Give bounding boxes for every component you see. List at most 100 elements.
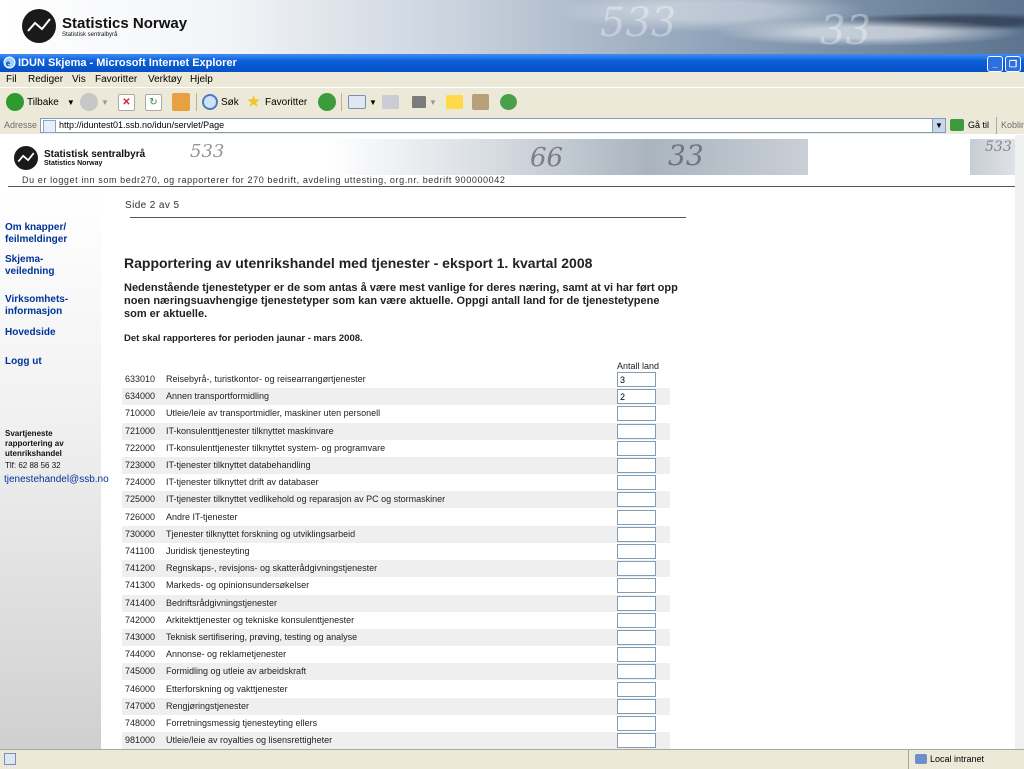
page-content: Statistisk sentralbyrå Statistics Norway… (0, 135, 1024, 749)
menu-help[interactable]: Hjelp (190, 72, 213, 87)
back-label: Tilbake (27, 96, 59, 108)
service-description: Annonse- og reklametjenester (166, 649, 287, 660)
scrollbar[interactable] (1015, 135, 1024, 749)
links-label[interactable]: Koblin (996, 117, 1024, 134)
country-count-input[interactable] (617, 372, 656, 387)
service-code: 743000 (125, 632, 156, 642)
discuss-button[interactable] (446, 92, 466, 112)
menu-view[interactable]: Vis (72, 72, 86, 87)
service-description: Utleie/leie av transportmidler, maskiner… (166, 408, 381, 419)
service-code: 726000 (125, 511, 156, 522)
country-count-input[interactable] (617, 406, 656, 422)
service-code: 746000 (125, 683, 156, 694)
restore-button[interactable]: ❐ (1005, 56, 1021, 72)
banner-decoration (504, 0, 1024, 54)
favorites-button[interactable]: ★ Favoritter (246, 92, 307, 112)
research-icon (472, 94, 489, 110)
country-count-input[interactable] (617, 664, 656, 680)
service-code: 724000 (125, 477, 156, 488)
page-title: Rapportering av utenrikshandel med tjene… (124, 255, 593, 271)
search-icon (202, 94, 218, 110)
service-description: Teknisk sertifisering, prøving, testing … (166, 632, 358, 642)
table-row: 722000 IT-konsulenttjenester tilknyttet s… (122, 440, 670, 457)
stop-button[interactable]: ✕ (118, 92, 138, 112)
minimize-button[interactable]: _ (987, 56, 1003, 72)
intro-text: Nedenstående tjenestetyper er de som ant… (124, 282, 678, 320)
sidebar-item-about-buttons[interactable]: Om knapper/ feilmeldinger (5, 222, 101, 246)
sidebar-item-business-info[interactable]: Virksomhets- informasjon (5, 294, 85, 318)
home-button[interactable] (172, 92, 193, 112)
table-row: 710000 Utleie/leie av transportmidler, ma… (122, 405, 670, 422)
edit-button[interactable]: ▼ (412, 92, 437, 112)
page-brand: Statistisk sentralbyrå (44, 149, 146, 160)
window-titlebar: e IDUN Skjema - Microsoft Internet Explo… (0, 54, 1024, 72)
address-input[interactable]: http://iduntest01.ssb.no/idun/servlet/Pa… (40, 118, 946, 133)
table-row: 634000 Annen transportformidling (122, 388, 670, 406)
search-button[interactable]: Søk (202, 92, 239, 112)
go-button[interactable]: Gå til (968, 117, 989, 134)
address-url[interactable]: http://iduntest01.ssb.no/idun/servlet/Pa… (59, 119, 224, 132)
sidebar-item-home[interactable]: Hovedside (5, 327, 101, 339)
country-count-input[interactable] (617, 423, 656, 439)
login-status: Du er logget inn som bedr270, og rapport… (8, 175, 1024, 187)
country-count-input[interactable] (617, 389, 656, 405)
service-code: 723000 (125, 460, 156, 470)
sidebar-item-form-guide[interactable]: Skjema- veiledning (5, 254, 65, 278)
sidebar-item-logout[interactable]: Logg ut (5, 356, 101, 368)
search-label: Søk (221, 96, 239, 108)
country-count-input[interactable] (617, 561, 656, 577)
service-description: Formidling og utleie av arbeidskraft (166, 666, 307, 677)
address-bar: Adresse http://iduntest01.ssb.no/idun/se… (0, 117, 1024, 134)
research-button[interactable] (472, 92, 492, 112)
toolbar-separator (341, 93, 342, 111)
support-email-link[interactable]: tjenestehandel@ssb.no (4, 474, 109, 485)
messenger-button[interactable] (500, 92, 520, 112)
menu-edit[interactable]: Rediger (28, 72, 63, 87)
country-count-input[interactable] (617, 630, 656, 645)
country-count-input[interactable] (617, 440, 656, 456)
page-banner-deco-number: 533 (190, 141, 225, 162)
print-button[interactable] (382, 92, 402, 112)
page-indicator: Side 2 av 5 (125, 200, 180, 211)
country-count-input[interactable] (617, 647, 656, 663)
back-dropdown-icon[interactable]: ▼ (67, 98, 75, 107)
refresh-button[interactable]: ↻ (145, 92, 165, 112)
country-count-input[interactable] (617, 733, 656, 749)
ie-icon: e (3, 56, 16, 69)
menu-file[interactable]: Fil (6, 72, 17, 87)
service-code: 722000 (125, 442, 156, 453)
country-count-input[interactable] (617, 578, 656, 594)
country-count-input[interactable] (617, 698, 656, 714)
country-count-input[interactable] (617, 544, 656, 559)
country-count-input[interactable] (617, 595, 656, 611)
service-description: Bedriftsrådgivningstjenester (166, 597, 278, 608)
history-button[interactable] (318, 92, 339, 112)
page-banner-deco-number: 33 (668, 139, 704, 172)
mail-button[interactable]: ▼ (348, 92, 377, 112)
page-banner: Statistisk sentralbyrå Statistics Norway… (0, 139, 1024, 175)
country-count-input[interactable] (617, 475, 656, 491)
menu-bar: Fil Rediger Vis Favoritter Verktøy Hjelp (0, 72, 1024, 87)
address-dropdown-icon[interactable]: ▼ (932, 119, 945, 132)
forward-dropdown-icon[interactable]: ▼ (101, 98, 109, 107)
country-count-input[interactable] (617, 492, 656, 508)
country-count-input[interactable] (617, 681, 656, 697)
menu-tools[interactable]: Verktøy (148, 72, 182, 87)
menu-favorites[interactable]: Favoritter (95, 72, 137, 87)
service-code: 981000 (125, 735, 156, 746)
page-banner-deco-number: 533 (985, 139, 1012, 155)
banner-deco-number: 533 (600, 0, 677, 46)
table-row: 744000 Annonse- og reklametjenester (122, 646, 670, 663)
country-count-input[interactable] (617, 612, 656, 628)
mail-dropdown-icon[interactable]: ▼ (369, 98, 377, 107)
back-button[interactable]: Tilbake ▼ (6, 92, 75, 112)
country-count-input[interactable] (617, 526, 656, 542)
go-arrow-icon[interactable] (950, 119, 964, 131)
forward-button[interactable]: ▼ (80, 92, 109, 112)
edit-dropdown-icon[interactable]: ▼ (429, 98, 437, 107)
country-count-input[interactable] (617, 716, 656, 731)
security-zone: Local intranet (908, 750, 1024, 769)
country-count-input[interactable] (617, 458, 656, 473)
country-count-input[interactable] (617, 509, 656, 525)
service-code: 725000 (125, 494, 156, 505)
